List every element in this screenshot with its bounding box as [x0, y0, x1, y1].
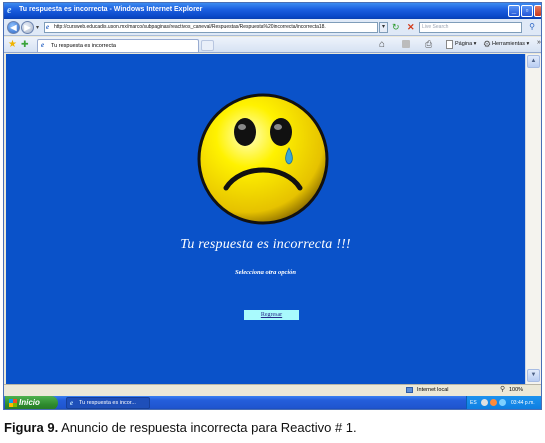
address-bar: ◀ ▶ ▾ http://cursweb.educadis.uson.mx/ma… [4, 19, 541, 36]
page-menu[interactable]: Página ▾ [455, 41, 476, 47]
more-commands-button[interactable]: » [537, 39, 541, 46]
tray-icon[interactable] [499, 399, 506, 406]
print-icon[interactable]: ⎙ [425, 39, 432, 50]
taskbar-item-browser[interactable]: e Tu respuesta es incor... [66, 397, 150, 409]
zoom-level[interactable]: 100% [509, 387, 523, 393]
clock: 03:44 p.m. [511, 400, 535, 406]
windows-logo-icon [9, 399, 17, 407]
language-indicator[interactable]: ES [470, 400, 477, 406]
back-button[interactable]: ◀ [7, 21, 20, 34]
ie-icon: e [7, 5, 12, 16]
scroll-up-button[interactable]: ▲ [527, 55, 540, 68]
back-arrow-icon: ◀ [10, 23, 17, 32]
close-button[interactable] [534, 5, 541, 17]
history-dropdown-icon[interactable]: ▾ [36, 24, 39, 31]
tools-icon: ⚙ [483, 39, 492, 49]
intranet-icon [406, 387, 413, 393]
taskbar: Inicio e Tu respuesta es incor... ES 03:… [4, 396, 541, 409]
system-tray: ES 03:44 p.m. [466, 396, 541, 409]
search-icon[interactable]: ⚲ [525, 22, 539, 33]
tray-icon[interactable] [490, 399, 497, 406]
error-message: Tu respuesta es incorrecta !!! [180, 237, 351, 252]
tools-menu[interactable]: Herramientas ▾ [492, 41, 529, 47]
ie-icon: e [41, 41, 45, 49]
window-title: Tu respuesta es incorrecta - Windows Int… [19, 6, 203, 13]
figure-label: Figura 9. [4, 420, 59, 435]
star-icon[interactable]: ★ [8, 39, 17, 50]
forward-arrow-icon: ▶ [24, 23, 31, 32]
start-label: Inicio [19, 398, 40, 407]
search-input[interactable]: Live Search [419, 22, 522, 33]
stop-icon[interactable]: ✕ [407, 22, 415, 32]
new-tab-button[interactable] [201, 40, 214, 51]
tab-bar: ★ ✚ e Tu respuesta es incorrecta ⌂ ⎙ Pág… [4, 37, 541, 53]
status-bar: Internet local ⚲ 100% [4, 384, 541, 395]
page-icon [446, 40, 453, 49]
add-favorite-icon[interactable]: ✚ [21, 39, 29, 50]
sad-face-icon [197, 93, 329, 225]
security-zone-label: Internet local [417, 387, 449, 393]
refresh-icon[interactable]: ↻ [392, 22, 400, 32]
scroll-down-button[interactable]: ▼ [527, 369, 540, 382]
browser-window: e Tu respuesta es incorrecta - Windows I… [3, 2, 542, 410]
address-dropdown-button[interactable]: ▾ [379, 22, 388, 33]
forward-button[interactable]: ▶ [21, 21, 34, 34]
ie-icon: e [70, 399, 74, 407]
page-content: Tu respuesta es incorrecta !!! Seleccion… [6, 54, 525, 384]
feed-icon[interactable] [402, 40, 410, 48]
tray-icon[interactable] [481, 399, 488, 406]
address-input[interactable]: http://cursweb.educadis.uson.mx/marco/su… [44, 22, 378, 33]
zoom-icon[interactable]: ⚲ [500, 386, 505, 394]
instruction-text: Selecciona otra opción [234, 269, 297, 276]
maximize-button[interactable]: ▫ [521, 5, 533, 17]
vertical-scrollbar[interactable]: ▲ ▼ [525, 54, 541, 384]
title-bar[interactable]: e Tu respuesta es incorrecta - Windows I… [4, 3, 541, 19]
home-icon[interactable]: ⌂ [379, 39, 385, 50]
figure-caption: Figura 9. Anuncio de respuesta incorrect… [4, 420, 357, 435]
ie-page-icon: e [46, 23, 50, 31]
minimize-button[interactable]: _ [508, 5, 520, 17]
tab-active[interactable]: e Tu respuesta es incorrecta [37, 39, 199, 52]
taskbar-item-label: Tu respuesta es incor... [79, 400, 136, 406]
return-button[interactable]: Regresar [244, 310, 299, 320]
figure-caption-text: Anuncio de respuesta incorrecta para Rea… [61, 420, 357, 435]
tab-label: Tu respuesta es incorrecta [51, 43, 116, 49]
start-button[interactable]: Inicio [5, 396, 58, 409]
